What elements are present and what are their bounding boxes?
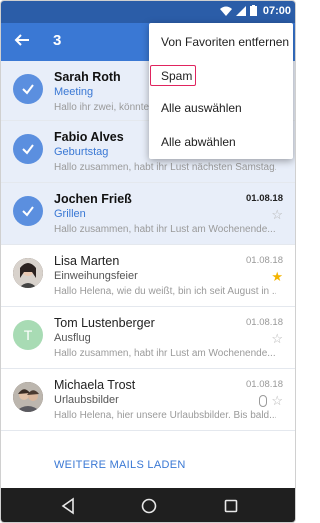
email-sender: Lisa Marten — [54, 254, 120, 268]
attachment-icon — [259, 395, 267, 407]
email-subject: Urlaubsbilder — [54, 394, 119, 406]
avatar — [13, 258, 43, 288]
menu-item-remove-favorites[interactable]: Von Favoriten entfernen — [149, 25, 293, 59]
email-sender: Tom Lustenberger — [54, 316, 155, 330]
spam-highlight-box — [150, 65, 196, 86]
star-icon[interactable]: ☆ — [271, 332, 283, 345]
avatar — [13, 382, 43, 412]
status-bar: 07:00 — [1, 1, 295, 23]
battery-icon — [250, 5, 257, 16]
email-preview: Hallo zusammen, habt ihr Lust am Wochene… — [54, 348, 276, 359]
email-sender: Sarah Roth — [54, 70, 121, 84]
email-date: 01.08.18 — [246, 255, 283, 266]
nav-recents-icon[interactable] — [222, 497, 240, 515]
email-row[interactable]: T Tom Lustenberger Ausflug Hallo zusamme… — [1, 307, 295, 369]
email-subject: Einweihungsfeier — [54, 270, 138, 282]
email-preview: Hallo zusammen, habt ihr Lust nächsten S… — [54, 162, 276, 173]
email-row[interactable]: Michaela Trost Urlaubsbilder Hallo Helen… — [1, 369, 295, 431]
context-menu: Von Favoriten entfernen Spam Alle auswäh… — [149, 23, 293, 159]
wifi-icon — [220, 6, 232, 16]
phone-screen: 07:00 3 Sarah Roth Meeting Hallo ihr zwe… — [0, 0, 296, 523]
email-preview: Hallo Helena, hier unsere Urlaubsbilder.… — [54, 410, 276, 421]
star-icon[interactable]: ☆ — [271, 394, 283, 407]
menu-item-deselect-all[interactable]: Alle abwählen — [149, 125, 293, 159]
email-subject: Geburtstag — [54, 146, 109, 158]
email-row[interactable]: Jochen Frieß Grillen Hallo zusammen, hab… — [1, 183, 295, 245]
nav-bar — [1, 488, 295, 522]
menu-item-select-all[interactable]: Alle auswählen — [149, 91, 293, 125]
status-time: 07:00 — [262, 5, 291, 17]
email-date: 01.08.18 — [246, 193, 283, 204]
check-icon[interactable] — [13, 196, 43, 226]
email-sender: Michaela Trost — [54, 378, 136, 392]
load-more-button[interactable]: WEITERE MAILS LADEN — [54, 459, 186, 471]
nav-home-icon[interactable] — [140, 497, 158, 515]
email-sender: Fabio Alves — [54, 130, 124, 144]
star-filled-icon[interactable]: ★ — [271, 270, 283, 283]
email-row[interactable]: Lisa Marten Einweihungsfeier Hallo Helen… — [1, 245, 295, 307]
email-subject: Meeting — [54, 86, 94, 98]
email-preview: Hallo zusammen, habt ihr Lust am Wochene… — [54, 224, 276, 235]
email-date: 01.08.18 — [246, 317, 283, 328]
check-icon[interactable] — [13, 74, 43, 104]
email-subject: Ausflug — [54, 332, 91, 344]
back-arrow-icon[interactable] — [13, 31, 33, 51]
status-icons — [220, 5, 257, 16]
email-subject: Grillen — [54, 208, 86, 220]
check-icon[interactable] — [13, 134, 43, 164]
star-icon[interactable]: ☆ — [271, 208, 283, 221]
selection-count: 3 — [53, 32, 62, 49]
signal-icon — [236, 5, 246, 16]
avatar: T — [13, 320, 43, 350]
email-date: 01.08.18 — [246, 379, 283, 390]
nav-back-icon[interactable] — [59, 497, 77, 515]
email-sender: Jochen Frieß — [54, 192, 132, 206]
email-preview: Hallo Helena, wie du weißt, bin ich seit… — [54, 286, 276, 297]
